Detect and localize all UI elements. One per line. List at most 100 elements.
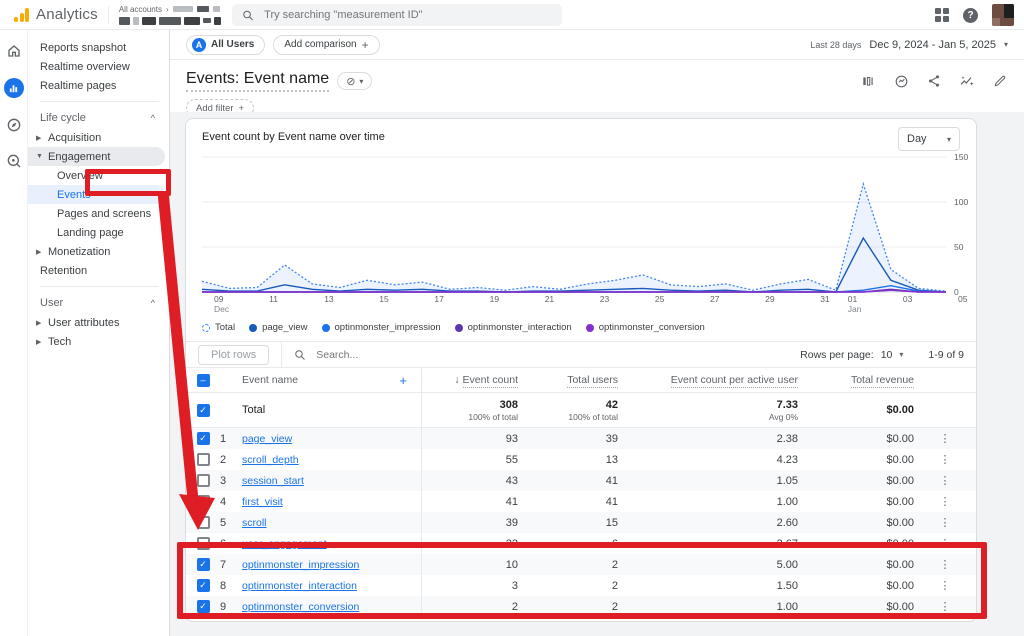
plot-rows-button[interactable]: Plot rows [198,345,269,365]
chart-plot-area [202,157,946,292]
rows-per-page-label: Rows per page: [800,349,874,361]
legend-dot-icon [202,324,210,332]
add-comparison-chip[interactable]: Add comparison + [273,35,379,55]
table-row[interactable]: ✓ 3 session_start 43 41 1.05 $0.00 ⋮ [186,470,976,491]
help-icon[interactable]: ? [963,8,978,23]
home-icon[interactable] [5,42,23,60]
event-name-link[interactable]: scroll [242,517,267,529]
row-checkbox[interactable]: ✓ [197,453,210,466]
table-search[interactable] [294,348,800,362]
row-index: 3 [220,475,242,487]
sidebar-item-user-attributes[interactable]: ▶ User attributes [28,313,169,332]
row-checkbox[interactable]: ✓ [197,579,210,592]
select-all-checkbox[interactable]: – [197,374,210,387]
row-checkbox[interactable]: ✓ [197,474,210,487]
row-menu-kebab-icon[interactable]: ⋮ [914,453,976,466]
analytics-intelligence-icon[interactable] [959,73,975,89]
sidebar-item-realtime-overview[interactable]: Realtime overview [28,57,169,76]
table-row[interactable]: ✓ 6 user_engagement 22 6 3.67 $0.00 ⋮ [186,533,976,554]
table-row[interactable]: ✓ 2 scroll_depth 55 13 4.23 $0.00 ⋮ [186,449,976,470]
event-name-link[interactable]: scroll_depth [242,454,299,466]
row-menu-kebab-icon[interactable]: ⋮ [914,558,976,571]
sidebar-item-tech[interactable]: ▶ Tech [28,332,169,351]
legend-dot-icon [249,324,257,332]
event-name-link[interactable]: optinmonster_conversion [242,601,359,613]
event-name-link[interactable]: optinmonster_impression [242,559,359,571]
sidebar-item-acquisition[interactable]: ▶ Acquisition [28,128,169,147]
event-name-link[interactable]: page_view [242,433,292,445]
row-checkbox[interactable]: ✓ [197,558,210,571]
column-event-count[interactable]: ↓ Event count [422,374,518,386]
table-search-input[interactable] [314,348,514,362]
per-active-cell: 1.50 [618,580,798,592]
column-event-count-per-active-user[interactable]: Event count per active user [618,374,798,386]
caret-down-icon[interactable]: ▾ [1004,40,1008,49]
collapse-icon[interactable]: ^ [151,113,155,123]
sidebar-item-events[interactable]: Events [28,185,165,204]
revenue-cell: $0.00 [798,601,914,613]
row-menu-kebab-icon[interactable]: ⋮ [914,516,976,529]
sidebar-item-reports-snapshot[interactable]: Reports snapshot [28,38,169,57]
sidebar-item-engagement[interactable]: ▼ Engagement [28,147,165,166]
sidebar-item-pages-and-screens[interactable]: Pages and screens [28,204,169,223]
chart-toggle-icon[interactable] [860,73,876,89]
event-name-link[interactable]: optinmonster_interaction [242,580,357,592]
row-checkbox[interactable]: ✓ [197,404,210,417]
column-total-revenue[interactable]: Total revenue [798,374,914,386]
account-switcher[interactable]: All accounts › [119,5,221,25]
row-checkbox[interactable]: ✓ [197,495,210,508]
event-name-link[interactable]: first_visit [242,496,283,508]
table-row[interactable]: ✓ 8 optinmonster_interaction 3 2 1.50 $0… [186,575,976,596]
table-row[interactable]: ✓ 9 optinmonster_conversion 2 2 1.00 $0.… [186,596,976,617]
sidebar-item-landing-page[interactable]: Landing page [28,223,169,242]
section-header-lifecycle[interactable]: Life cycle ^ [28,108,169,128]
add-dimension-icon[interactable]: + [399,373,407,388]
google-apps-icon[interactable] [935,8,949,22]
granularity-select[interactable]: Day ▾ [898,127,960,151]
edit-report-icon[interactable] [992,73,1008,89]
sidebar-item-retention[interactable]: Retention [28,261,169,280]
insights-time-icon[interactable] [893,73,909,89]
avatar[interactable] [992,4,1014,26]
event-name-link[interactable]: session_start [242,475,304,487]
table-row[interactable]: ✓ 4 first_visit 41 41 1.00 $0.00 ⋮ [186,491,976,512]
global-search[interactable] [232,4,562,26]
column-total-users[interactable]: Total users [518,374,618,386]
rows-per-page-value[interactable]: 10 [881,349,893,361]
analytics-logo-icon[interactable] [14,8,29,22]
date-range[interactable]: Dec 9, 2024 - Jan 5, 2025 [869,39,996,51]
report-title-row: Events: Event name ⊘ ▾ [170,66,1024,96]
collapse-icon[interactable]: ^ [151,298,155,308]
row-checkbox[interactable]: ✓ [197,516,210,529]
row-index: 7 [220,559,242,571]
total-users-cell: 2 [518,559,618,571]
row-menu-kebab-icon[interactable]: ⋮ [914,495,976,508]
table-row[interactable]: ✓ 7 optinmonster_impression 10 2 5.00 $0… [186,554,976,575]
table-row[interactable]: ✓ 1 page_view 93 39 2.38 $0.00 ⋮ [186,428,976,449]
sidebar-item-overview[interactable]: Overview [28,166,169,185]
row-menu-kebab-icon[interactable]: ⋮ [914,537,976,550]
explore-icon[interactable] [5,116,23,134]
row-menu-kebab-icon[interactable]: ⋮ [914,579,976,592]
reports-icon[interactable] [4,78,24,98]
dimension-filter-pill[interactable]: ⊘ ▾ [337,72,372,90]
row-menu-kebab-icon[interactable]: ⋮ [914,432,976,445]
revenue-cell: $0.00 [798,559,914,571]
legend-dot-icon [322,324,330,332]
section-header-user[interactable]: User ^ [28,293,169,313]
row-menu-kebab-icon[interactable]: ⋮ [914,474,976,487]
all-users-chip[interactable]: A All Users [186,35,265,55]
caret-down-icon[interactable]: ▾ [899,350,903,359]
share-icon[interactable] [926,73,942,89]
table-row[interactable]: ✓ 5 scroll 39 15 2.60 $0.00 ⋮ [186,512,976,533]
row-checkbox[interactable]: ✓ [197,537,210,550]
sidebar-item-realtime-pages[interactable]: Realtime pages [28,76,169,95]
search-input[interactable] [262,8,552,22]
row-checkbox[interactable]: ✓ [197,600,210,613]
row-menu-kebab-icon[interactable]: ⋮ [914,600,976,613]
advertising-icon[interactable] [5,152,23,170]
row-checkbox[interactable]: ✓ [197,432,210,445]
event-name-link[interactable]: user_engagement [242,538,327,550]
column-event-name[interactable]: Event name [242,374,298,386]
sidebar-item-monetization[interactable]: ▶ Monetization [28,242,169,261]
